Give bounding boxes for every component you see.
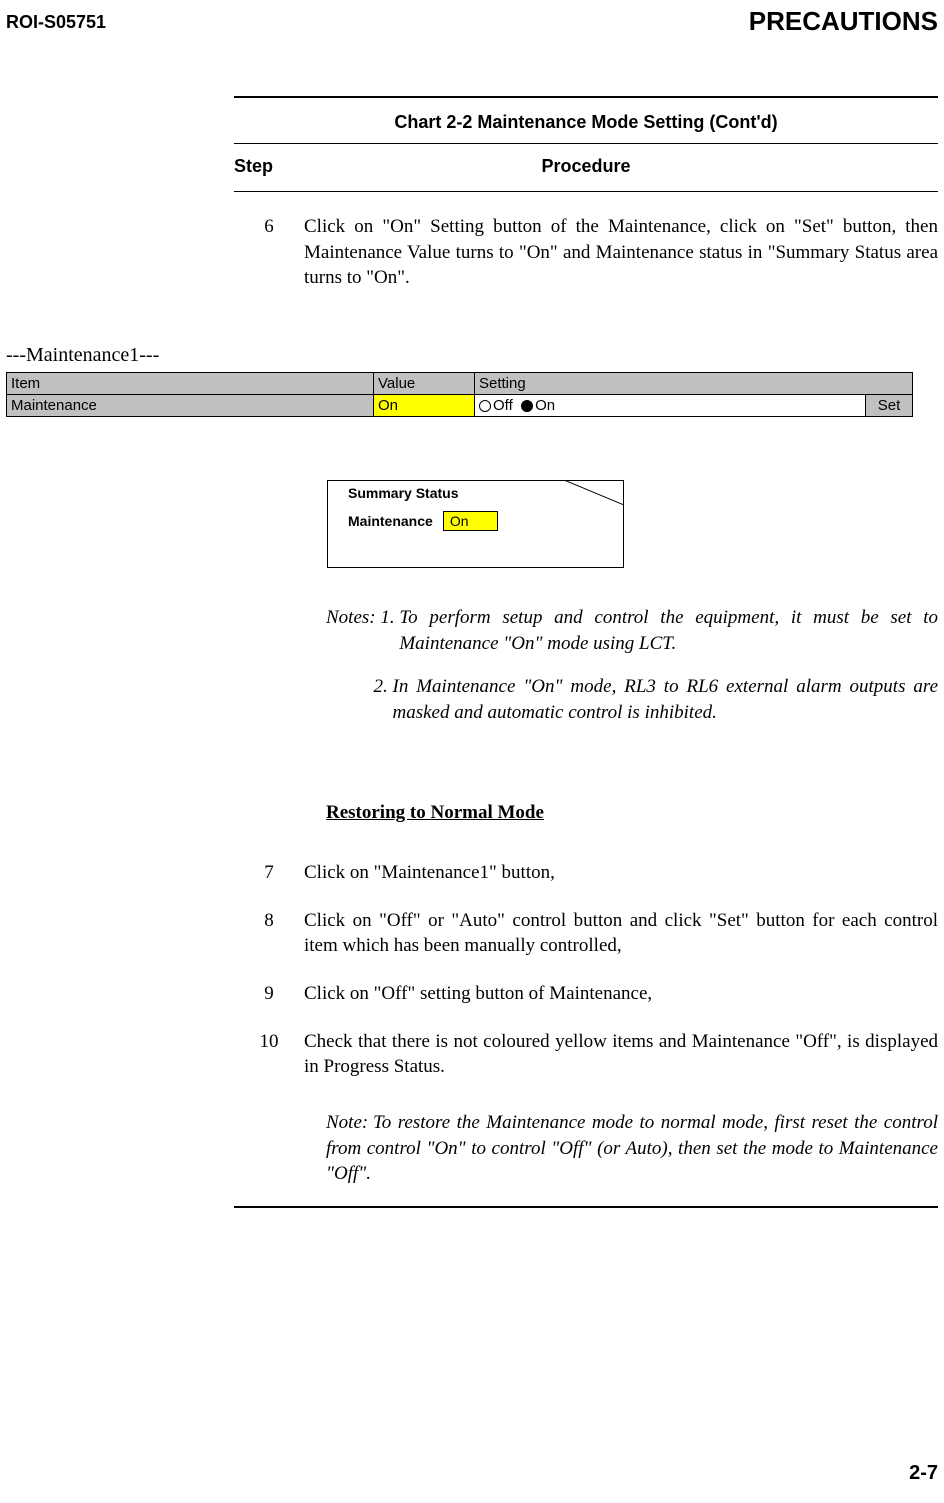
summary-status-title: Summary Status [348,485,458,501]
rule-under-headers [234,191,938,192]
radio-on-icon[interactable] [521,400,533,412]
step-text: Click on "Off" setting button of Mainten… [304,981,938,1007]
step-8: 8 Click on "Off" or "Auto" control butto… [234,908,938,959]
step-text: Click on "Off" or "Auto" control button … [304,908,938,959]
summary-maintenance-value: On [443,511,498,531]
step-text: Click on "On" Setting button of the Main… [304,214,938,291]
cell-value: On [374,395,475,417]
step-7: 7 Click on "Maintenance1" button, [234,860,938,886]
note-2-text: In Maintenance "On" mode, RL3 to RL6 ext… [393,674,939,725]
step-10: 10 Check that there is not coloured yell… [234,1029,938,1080]
lower-steps: 7 Click on "Maintenance1" button, 8 Clic… [234,838,938,1080]
section-title: PRECAUTIONS [749,6,938,37]
note-2-num: 2. [326,674,393,725]
step-9: 9 Click on "Off" setting button of Maint… [234,981,938,1007]
step-text: Check that there is not coloured yellow … [304,1029,938,1080]
notes-prefix: Notes: 1. [326,605,399,656]
tab-diagonal-icon [564,480,624,505]
step-number: 6 [234,214,304,291]
notes-block: Notes: 1. To perform setup and control t… [326,605,938,744]
col-setting: Setting [475,373,913,395]
cell-item: Maintenance [7,395,374,417]
doc-id: ROI-S05751 [6,12,106,33]
chart-title: Chart 2-2 Maintenance Mode Setting (Cont… [234,112,938,133]
step-number: 7 [234,860,304,886]
summary-maintenance-label: Maintenance [348,513,433,529]
table-row: Maintenance On Off On Set [7,395,913,417]
maintenance1-heading: ---Maintenance1--- [6,344,159,367]
page-number: 2-7 [909,1462,938,1485]
final-note-prefix: Note: [326,1110,373,1136]
set-button[interactable]: Set [866,395,913,417]
note-1-text: To perform setup and control the equipme… [399,605,938,656]
step-number: 9 [234,981,304,1007]
maintenance-table: Item Value Setting Maintenance On Off On… [6,372,913,417]
rule-under-title [234,143,938,144]
rule-top [234,96,938,98]
radio-on-label: On [535,397,555,414]
radio-off-label: Off [493,397,513,414]
step-6: 6 Click on "On" Setting button of the Ma… [234,214,938,291]
col-value: Value [374,373,475,395]
summary-status-box: Summary Status Maintenance On [327,480,624,568]
final-note-text: To restore the Maintenance mode to norma… [326,1112,938,1184]
restoring-heading: Restoring to Normal Mode [326,802,544,824]
radio-off-icon[interactable] [479,400,491,412]
step-number: 8 [234,908,304,959]
cell-setting: Off On [475,395,866,417]
procedure-header: Procedure [234,156,938,177]
step-text: Click on "Maintenance1" button, [304,860,938,886]
rule-bottom [234,1206,938,1208]
step-number: 10 [234,1029,304,1080]
col-item: Item [7,373,374,395]
summary-status-tab: Summary Status [327,480,565,505]
final-note: Note: To restore the Maintenance mode to… [326,1110,938,1187]
table-header-row: Item Value Setting [7,373,913,395]
